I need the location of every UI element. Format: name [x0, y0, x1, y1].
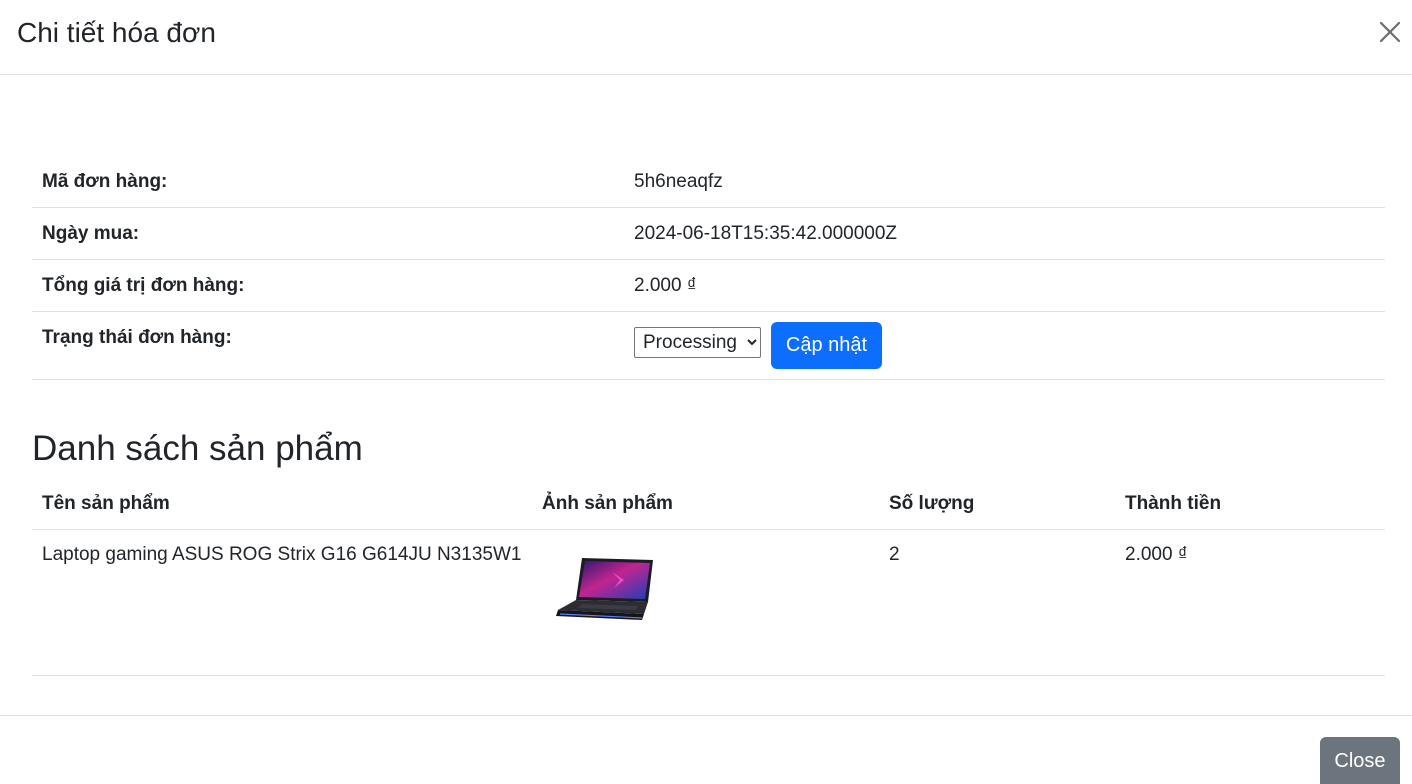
- product-amount: 2.000 ₫: [1115, 529, 1385, 676]
- table-row: Laptop gaming ASUS ROG Strix G16 G614JU …: [32, 529, 1385, 676]
- order-status-row: Trạng thái đơn hàng: Processing Cập nhật: [32, 311, 1385, 380]
- order-id-value: 5h6neaqfz: [624, 156, 1385, 208]
- order-status-cell: Processing Cập nhật: [624, 311, 1385, 380]
- product-image-cell: [532, 529, 879, 676]
- product-quantity: 2: [879, 529, 1115, 676]
- modal-title: Chi tiết hóa đơn: [17, 17, 216, 48]
- close-icon[interactable]: [1374, 16, 1406, 48]
- order-status-select[interactable]: Processing: [634, 327, 761, 358]
- product-name: Laptop gaming ASUS ROG Strix G16 G614JU …: [32, 529, 532, 676]
- modal-footer: Close: [0, 715, 1412, 784]
- order-status-label: Trạng thái đơn hàng:: [32, 311, 624, 380]
- laptop-product-image: [556, 558, 653, 620]
- order-info-table: Mã đơn hàng: 5h6neaqfz Ngày mua: 2024-06…: [32, 156, 1385, 380]
- order-id-label: Mã đơn hàng:: [32, 156, 624, 208]
- product-table: Tên sản phẩm Ảnh sản phẩm Số lượng Thành…: [32, 479, 1385, 676]
- update-status-button[interactable]: Cập nhật: [771, 322, 882, 369]
- header-product-name: Tên sản phẩm: [32, 479, 532, 530]
- modal-header: Chi tiết hóa đơn: [0, 0, 1412, 75]
- purchase-date-value: 2024-06-18T15:35:42.000000Z: [624, 207, 1385, 260]
- close-button[interactable]: Close: [1320, 737, 1400, 784]
- purchase-date-row: Ngày mua: 2024-06-18T15:35:42.000000Z: [32, 207, 1385, 260]
- purchase-date-label: Ngày mua:: [32, 207, 624, 260]
- header-product-image: Ảnh sản phẩm: [532, 479, 879, 530]
- order-id-row: Mã đơn hàng: 5h6neaqfz: [32, 156, 1385, 208]
- header-quantity: Số lượng: [879, 479, 1115, 530]
- header-amount: Thành tiền: [1115, 479, 1385, 530]
- order-total-row: Tổng giá trị đơn hàng: 2.000 ₫: [32, 259, 1385, 312]
- order-total-value: 2.000 ₫: [624, 259, 1385, 312]
- product-list-title: Danh sách sản phẩm: [32, 429, 363, 468]
- order-total-label: Tổng giá trị đơn hàng:: [32, 259, 624, 312]
- product-table-header: Tên sản phẩm Ảnh sản phẩm Số lượng Thành…: [32, 479, 1385, 530]
